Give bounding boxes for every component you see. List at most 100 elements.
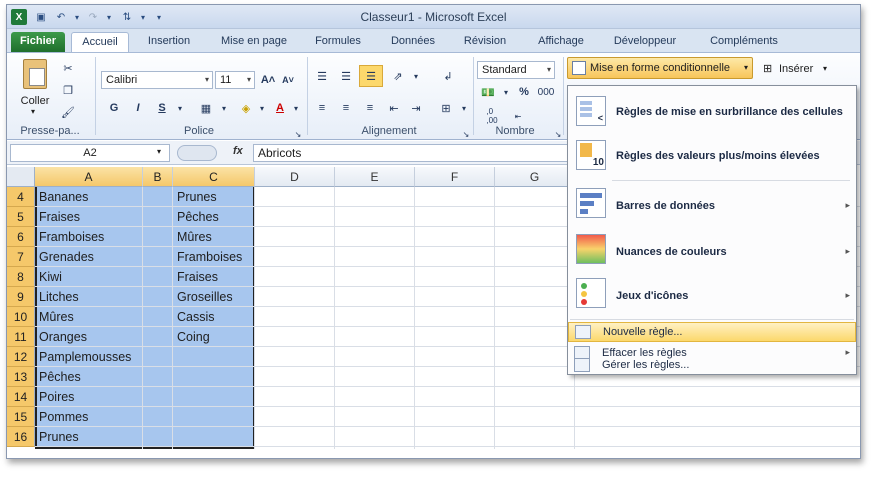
column-header-g[interactable]: G [495,167,575,187]
cell-c[interactable]: Cassis [175,307,255,327]
underline-button[interactable]: S [153,99,171,117]
tab-complements[interactable]: Compléments [699,32,789,52]
tab-formules[interactable]: Formules [307,32,369,52]
tab-donnees[interactable]: Données [383,32,443,52]
increase-indent-icon[interactable]: ⇥ [407,99,425,117]
number-format-select[interactable]: Standard ▾ [477,61,555,79]
decrease-decimal-icon[interactable]: ⇤ [507,105,529,127]
insert-button[interactable]: ⊞ Insérer ▾ [763,61,833,79]
name-box[interactable]: A2 [10,144,170,162]
format-painter-icon[interactable]: 🖌 [59,103,77,121]
currency-dropdown-icon[interactable]: ▾ [497,83,515,101]
cell-a[interactable]: Poires [37,387,173,407]
tab-developpeur[interactable]: Développeur [603,32,687,52]
cell-c[interactable]: Prunes [175,187,255,207]
column-header-f[interactable]: F [415,167,495,187]
cell-a[interactable]: Litches [37,287,173,307]
currency-icon[interactable]: 💵 [479,83,497,101]
column-header-c[interactable]: C [173,167,255,187]
shrink-font-icon[interactable]: A˅ [279,71,297,89]
menu-item-highlight-rules[interactable]: < Règles de mise en surbrillance des cel… [568,92,856,132]
cell-a[interactable]: Fraises [37,207,173,227]
tab-accueil[interactable]: Accueil [71,32,129,52]
column-header-d[interactable]: D [255,167,335,187]
wrap-text-icon[interactable]: ↲ [439,67,457,85]
copy-icon[interactable]: ❐ [59,81,77,99]
column-header-b[interactable]: B [143,167,173,187]
font-size-select[interactable]: 11 ▾ [215,71,255,89]
row-header[interactable]: 13 [7,367,35,387]
row-header[interactable]: 15 [7,407,35,427]
insert-function-button[interactable]: fx [233,145,243,157]
cell-a[interactable]: Pommes [37,407,173,427]
menu-item-color-scales[interactable]: Nuances de couleurs ▸ [568,228,856,272]
cell-a[interactable]: Oranges [37,327,173,347]
conditional-format-button[interactable]: Mise en forme conditionnelle ▾ [567,57,753,79]
cell-c[interactable]: Groseilles [175,287,255,307]
decrease-indent-icon[interactable]: ⇤ [385,99,403,117]
cell-a[interactable]: Bananes [37,187,173,207]
grow-font-icon[interactable]: A˄ [259,71,277,89]
menu-item-manage-rules[interactable]: Gérer les règles... [568,356,856,376]
cell-a[interactable]: Framboises [37,227,173,247]
cut-icon[interactable]: ✂ [59,59,77,77]
row-header[interactable]: 4 [7,187,35,207]
row-header[interactable]: 12 [7,347,35,367]
cell-a[interactable]: Mûres [37,307,173,327]
cell-c[interactable]: Fraises [175,267,255,287]
menu-item-icon-sets[interactable]: Jeux d'icônes ▸ [568,272,856,316]
align-bottom-icon[interactable]: ☰ [359,65,383,87]
fill-dropdown-icon[interactable]: ▾ [253,99,271,117]
orientation-dropdown-icon[interactable]: ▾ [407,67,425,85]
cell-a[interactable]: Grenades [37,247,173,267]
column-header-a[interactable]: A [35,167,143,187]
merge-center-icon[interactable]: ⊞ [437,99,455,117]
tab-affichage[interactable]: Affichage [527,32,595,52]
cell-c[interactable]: Coing [175,327,255,347]
cell-c[interactable] [175,347,255,367]
cell-c[interactable]: Framboises [175,247,255,267]
row-header[interactable]: 10 [7,307,35,327]
align-top-icon[interactable]: ☰ [313,67,331,85]
select-all-corner[interactable] [7,167,35,187]
italic-button[interactable]: I [129,99,147,117]
percent-button[interactable]: % [515,83,533,101]
borders-dropdown-icon[interactable]: ▾ [215,99,233,117]
row-header[interactable]: 14 [7,387,35,407]
borders-icon[interactable]: ▦ [197,99,215,117]
name-box-dropdown-icon[interactable]: ▾ [157,147,161,156]
cell-c[interactable]: Mûres [175,227,255,247]
row-header[interactable]: 11 [7,327,35,347]
cell-c[interactable] [175,387,255,407]
row-header[interactable]: 7 [7,247,35,267]
align-center-icon[interactable]: ≡ [337,99,355,117]
menu-item-top-bottom[interactable]: 10 Règles des valeurs plus/moins élevées [568,136,856,176]
row-header[interactable]: 5 [7,207,35,227]
row-header[interactable]: 16 [7,427,35,447]
cell-c[interactable] [175,367,255,387]
row-header[interactable]: 9 [7,287,35,307]
increase-decimal-button[interactable]: ,0 ,00 [481,105,503,127]
row-header[interactable]: 6 [7,227,35,247]
row-header[interactable]: 8 [7,267,35,287]
column-header-e[interactable]: E [335,167,415,187]
tab-mise-en-page[interactable]: Mise en page [213,32,295,52]
font-name-select[interactable]: Calibri ▾ [101,71,213,89]
font-color-dropdown-icon[interactable]: ▾ [287,99,305,117]
align-right-icon[interactable]: ≡ [361,99,379,117]
menu-item-new-rule[interactable]: Nouvelle règle... [568,322,856,342]
cell-c[interactable]: Pêches [175,207,255,227]
bold-button[interactable]: G [105,99,123,117]
tab-fichier[interactable]: Fichier [11,32,65,52]
formula-bar-handle[interactable] [177,145,217,161]
align-left-icon[interactable]: ≡ [313,99,331,117]
tab-insertion[interactable]: Insertion [137,32,201,52]
menu-item-data-bars[interactable]: Barres de données ▸ [568,182,856,226]
tab-revision[interactable]: Révision [455,32,515,52]
paste-button[interactable]: Coller ▾ [13,57,57,116]
cell-a[interactable]: Pamplemousses [37,347,173,367]
thousands-button[interactable]: 000 [535,83,557,101]
cell-a[interactable]: Prunes [37,427,173,447]
cell-c[interactable] [175,427,255,447]
underline-dropdown-icon[interactable]: ▾ [171,99,189,117]
